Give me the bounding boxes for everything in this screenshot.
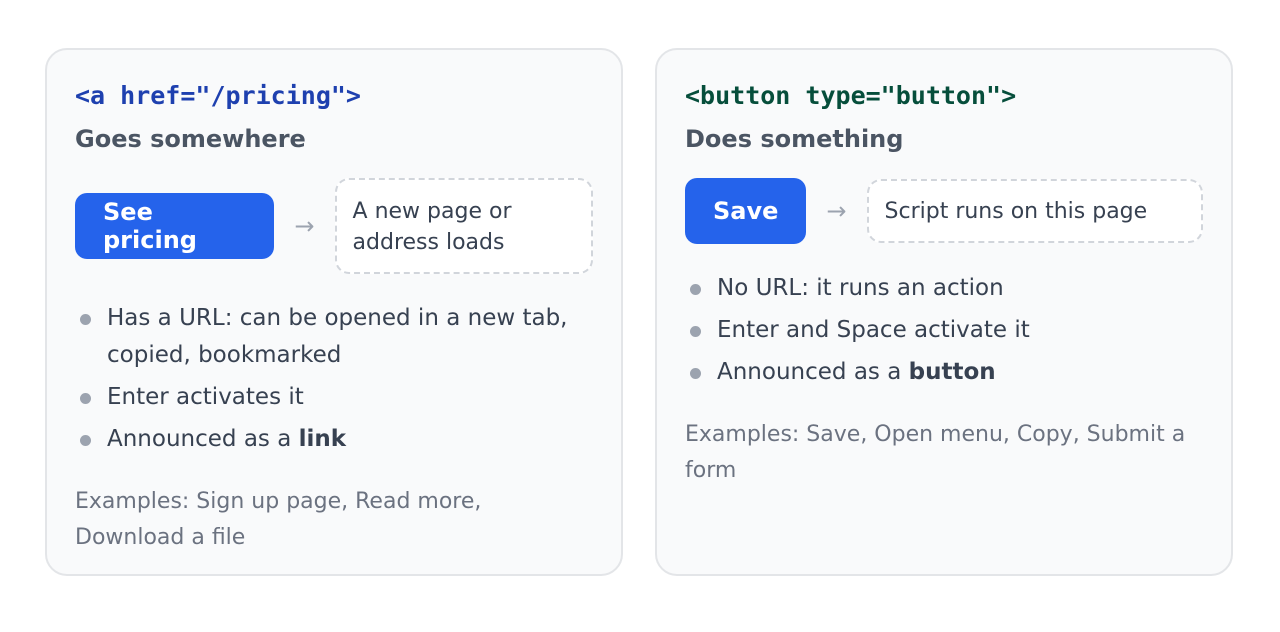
button-card: <button type="button"> Does something Sa…	[655, 48, 1233, 576]
bullet-dot-icon	[80, 435, 91, 446]
link-points-list: Has a URL: can be opened in a new tab, c…	[75, 300, 593, 458]
button-examples: Examples: Save, Open menu, Copy, Submit …	[685, 422, 1186, 483]
button-result-box: Script runs on this page	[866, 179, 1203, 243]
bullet-dot-icon	[80, 314, 91, 325]
button-subtitle: Does something	[685, 125, 904, 153]
button-demo-row: Save → Script runs on this page	[685, 178, 1203, 244]
list-item: Has a URL: can be opened in a new tab, c…	[75, 300, 593, 374]
list-item: Announced as a link	[75, 421, 593, 458]
see-pricing-link-button[interactable]: See pricing	[75, 193, 275, 259]
role-link-term: link	[298, 426, 347, 452]
list-item: Enter and Space activate it	[685, 312, 1203, 349]
arrow-right-icon: →	[826, 197, 847, 225]
bullet-dot-icon	[690, 284, 701, 295]
link-code-snippet: <a href="/pricing">	[75, 81, 361, 110]
arrow-right-icon: →	[294, 212, 315, 240]
list-item: Announced as a button	[685, 354, 1203, 391]
link-card: <a href="/pricing"> Goes somewhere See p…	[45, 48, 623, 576]
bullet-dot-icon	[80, 393, 91, 404]
link-result-box: A new page or address loads	[334, 178, 593, 274]
role-button-term: button	[908, 359, 996, 385]
bullet-dot-icon	[690, 368, 701, 379]
bullet-dot-icon	[690, 326, 701, 337]
link-subtitle: Goes somewhere	[75, 125, 306, 153]
list-item: No URL: it runs an action	[685, 270, 1203, 307]
list-item: Enter activates it	[75, 379, 593, 416]
save-button[interactable]: Save	[685, 178, 807, 244]
link-examples: Examples: Sign up page, Read more, Downl…	[75, 489, 482, 550]
button-code-snippet: <button type="button">	[685, 81, 1017, 110]
link-demo-row: See pricing → A new page or address load…	[75, 178, 593, 274]
button-points-list: No URL: it runs an action Enter and Spac…	[685, 270, 1203, 391]
